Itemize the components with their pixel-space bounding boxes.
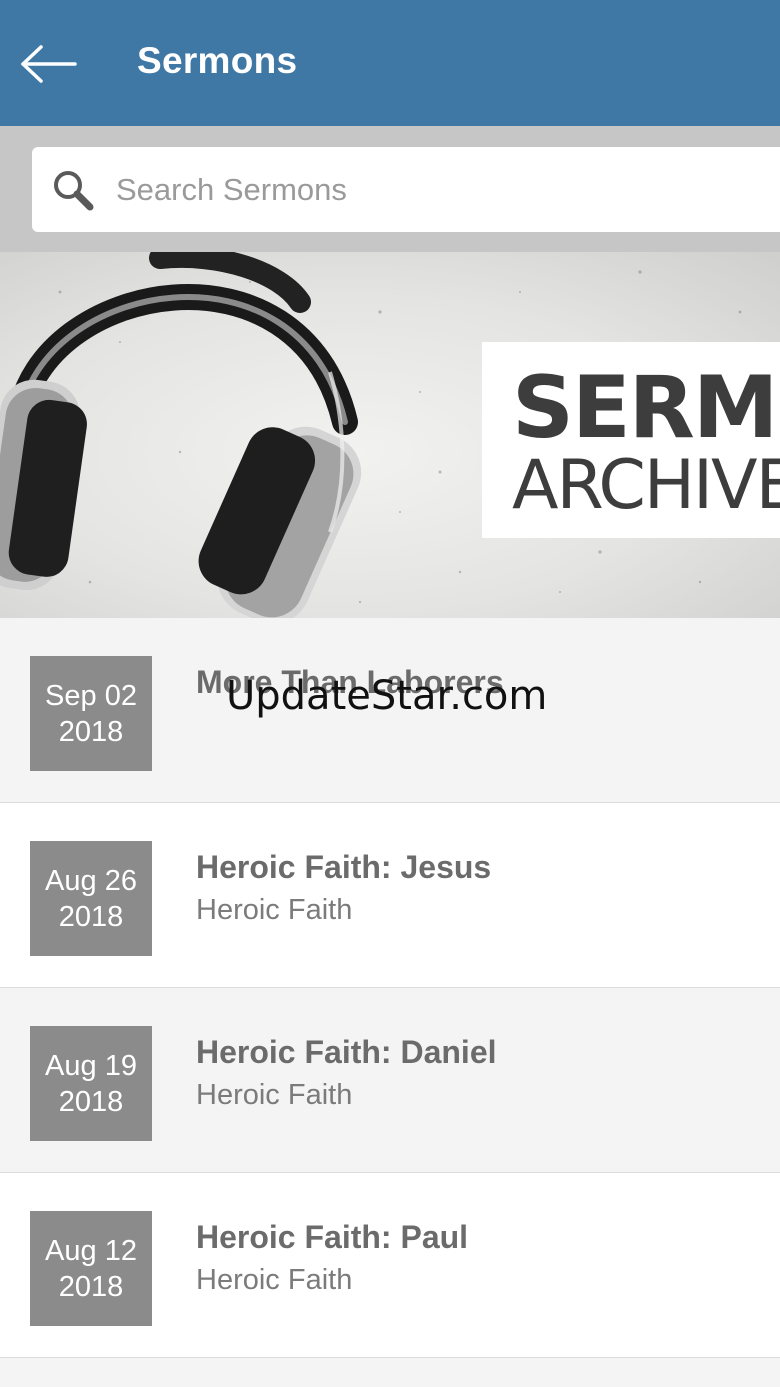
- date-badge: Sep 02 2018: [30, 656, 152, 771]
- date-month-day: Aug 12: [45, 1234, 137, 1267]
- sermon-series: Heroic Faith: [196, 1264, 353, 1296]
- date-badge: Aug 12 2018: [30, 1211, 152, 1326]
- date-month-day: Aug 19: [45, 1049, 137, 1082]
- sermon-row[interactable]: Aug 12 2018 Heroic Faith: Paul Heroic Fa…: [0, 1173, 780, 1358]
- date-year: 2018: [58, 1270, 124, 1303]
- app-bar: Sermons: [0, 0, 780, 126]
- sermon-row[interactable]: Sep 02 2018 More Than Laborers: [0, 618, 780, 803]
- banner-title-card: SERMO ARCHIVE: [482, 342, 780, 538]
- date-year: 2018: [58, 715, 124, 748]
- sermon-row[interactable]: Aug 26 2018 Heroic Faith: Jesus Heroic F…: [0, 803, 780, 988]
- date-year: 2018: [58, 1085, 124, 1118]
- sermon-series: Heroic Faith: [196, 1079, 353, 1111]
- sermon-row[interactable]: Aug 19 2018 Heroic Faith: Daniel Heroic …: [0, 988, 780, 1173]
- search-input[interactable]: [116, 147, 756, 232]
- date-badge: Aug 19 2018: [30, 1026, 152, 1141]
- sermon-title: Heroic Faith: Daniel: [196, 1034, 497, 1070]
- date-month-day: Sep 02: [45, 679, 137, 712]
- page-title: Sermons: [137, 40, 298, 81]
- date-badge: Aug 26 2018: [30, 841, 152, 956]
- banner-subtitle: ARCHIVE: [512, 446, 780, 525]
- banner-title: SERMO: [512, 358, 780, 458]
- sermon-row-partial[interactable]: [0, 1358, 780, 1387]
- sermon-list: Sep 02 2018 More Than Laborers Aug 26 20…: [0, 618, 780, 1387]
- sermon-title: More Than Laborers: [196, 664, 504, 700]
- date-month-day: Aug 26: [45, 864, 137, 897]
- date-year: 2018: [58, 900, 124, 933]
- arrow-left-icon: [21, 45, 77, 83]
- sermon-archive-banner: SERMO ARCHIVE: [0, 252, 780, 618]
- search-icon: [54, 171, 94, 211]
- sermon-title: Heroic Faith: Paul: [196, 1219, 469, 1255]
- sermon-title: Heroic Faith: Jesus: [196, 849, 492, 885]
- back-button[interactable]: [14, 34, 80, 94]
- search-box[interactable]: [32, 147, 780, 232]
- sermon-series: Heroic Faith: [196, 894, 353, 926]
- search-bar-container: [0, 126, 780, 252]
